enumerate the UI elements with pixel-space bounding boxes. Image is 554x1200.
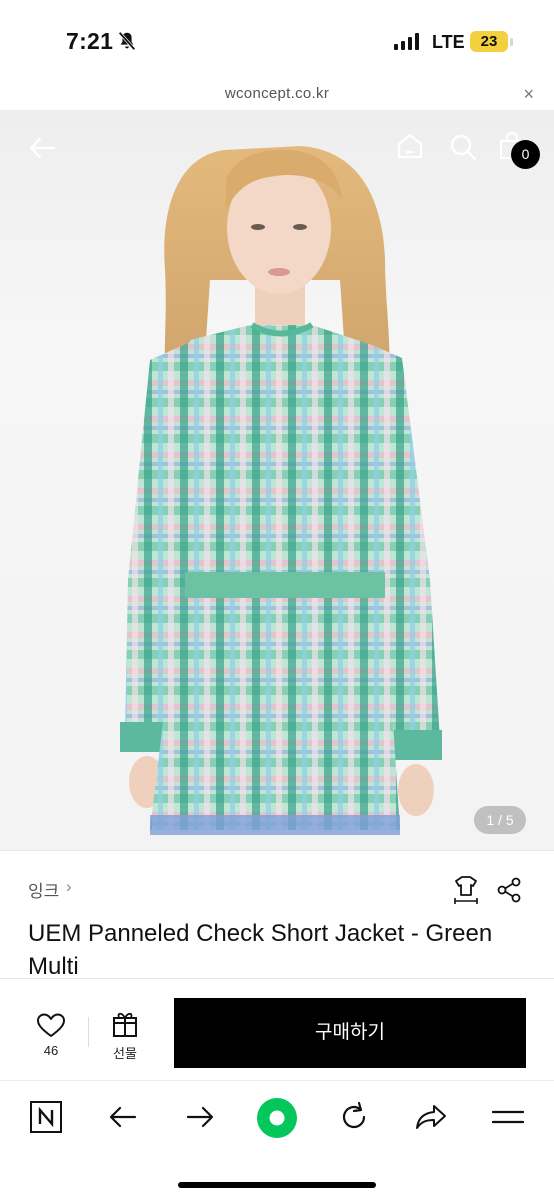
gift-icon[interactable]: [110, 1009, 140, 1039]
share-icon[interactable]: [496, 877, 522, 903]
browser-toolbar: [0, 1080, 554, 1200]
close-icon[interactable]: ×: [523, 84, 534, 105]
status-bar: 7:21 LTE 23: [0, 0, 554, 80]
gift-label[interactable]: 선물: [104, 1043, 146, 1062]
home-indicator: [178, 1182, 376, 1188]
status-time: 7:21: [66, 28, 114, 54]
share-arrow-icon[interactable]: [414, 1101, 448, 1133]
signal-icon: [394, 32, 419, 50]
wish-count: 46: [43, 1043, 59, 1058]
back-arrow-icon[interactable]: [26, 132, 58, 164]
image-page-indicator: 1 / 5: [474, 806, 526, 834]
green-dot-icon[interactable]: [256, 1097, 298, 1139]
back-icon[interactable]: [108, 1102, 138, 1132]
network-type: LTE: [432, 32, 465, 52]
divider: [88, 1017, 89, 1047]
heart-icon[interactable]: [30, 1011, 72, 1039]
product-image[interactable]: 0 1 / 5: [0, 110, 554, 850]
menu-icon[interactable]: [492, 1101, 524, 1133]
bell-mute-icon: [118, 31, 136, 51]
purchase-bar: 46 선물 구매하기: [0, 978, 554, 1080]
chevron-right-icon[interactable]: ›: [66, 877, 72, 897]
battery-tip: [510, 38, 513, 46]
search-icon[interactable]: [448, 132, 478, 162]
home-icon[interactable]: [396, 132, 424, 160]
size-guide-icon[interactable]: [452, 875, 480, 905]
product-photo: [120, 146, 442, 835]
brand-link[interactable]: 잉크: [28, 877, 59, 902]
cart-count-badge[interactable]: 0: [511, 140, 540, 169]
product-title: UEM Panneled Check Short Jacket - Green …: [28, 920, 493, 980]
battery-icon: 23: [470, 31, 508, 52]
naver-logo-icon[interactable]: [30, 1101, 62, 1133]
refresh-icon[interactable]: [338, 1101, 370, 1133]
forward-icon[interactable]: [185, 1102, 215, 1132]
url-bar[interactable]: wconcept.co.kr ×: [0, 80, 554, 110]
url-domain[interactable]: wconcept.co.kr: [0, 85, 554, 102]
product-info: 잉크 › UEM Panneled Check Short Jacket - G…: [0, 850, 554, 980]
buy-button[interactable]: 구매하기: [174, 998, 526, 1068]
